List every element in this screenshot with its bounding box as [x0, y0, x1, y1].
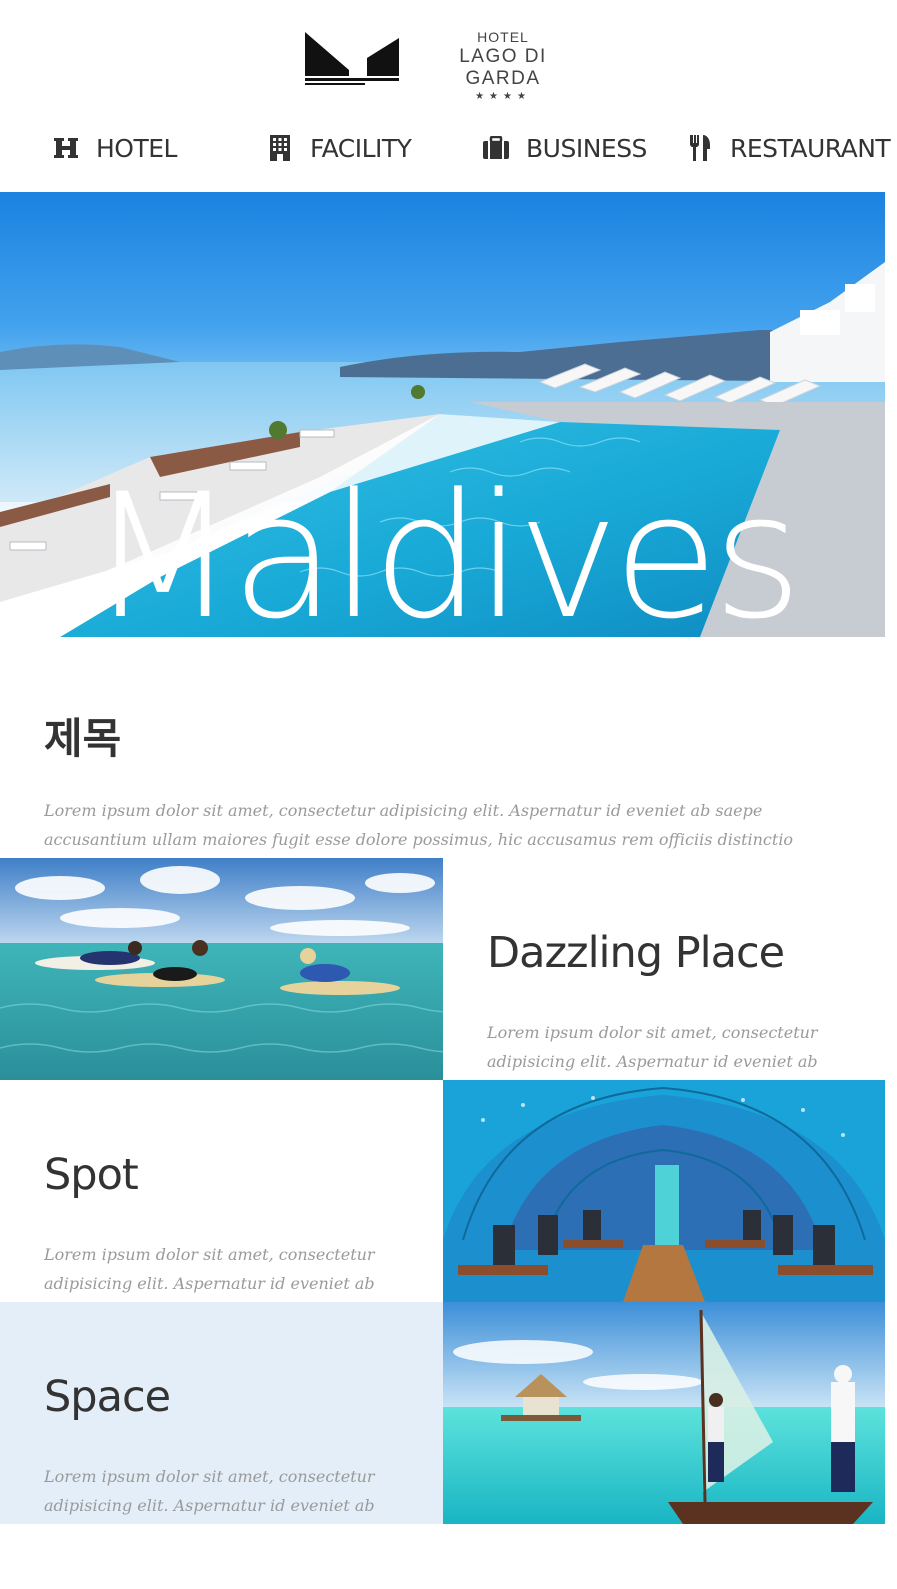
photo-swimmers	[0, 858, 443, 1080]
intro-text: Lorem ipsum dolor sit amet, consectetur …	[44, 801, 794, 849]
feature-title-space: Space	[44, 1372, 171, 1422]
feature-title-dazzling-place: Dazzling Place	[487, 928, 785, 978]
intro-title: 제목	[44, 714, 122, 763]
feature-text-spot: Lorem ipsum dolor sit amet, consectetur …	[44, 1245, 375, 1293]
nav-item-facility[interactable]: FACILITY	[266, 120, 412, 176]
feature-text-space: Lorem ipsum dolor sit amet, consectetur …	[44, 1467, 375, 1515]
logo-stars: ★★★★	[475, 91, 531, 102]
photo-boat	[443, 1302, 885, 1524]
logo-name-text: LAGO DI GARDA	[459, 46, 547, 89]
nav-label-facility: FACILITY	[310, 133, 412, 163]
logo-mark-icon	[305, 32, 399, 85]
hotel-logo[interactable]: HOTEL LAGO DI GARDA ★★★★	[305, 28, 595, 102]
photo-underwater-restaurant	[443, 1080, 885, 1302]
building-icon	[266, 134, 294, 162]
hero-banner: Maldives	[0, 192, 885, 637]
nav-label-business: BUSINESS	[526, 133, 647, 163]
h-icon	[52, 134, 80, 162]
nav-label-restaurant: RESTAURANT	[730, 133, 891, 163]
nav-item-restaurant[interactable]: RESTAURANT	[686, 120, 891, 176]
cutlery-icon	[686, 134, 714, 162]
nav-label-hotel: HOTEL	[96, 133, 177, 163]
nav-item-hotel[interactable]: HOTEL	[52, 120, 177, 176]
feature-text-dazzling-place: Lorem ipsum dolor sit amet, consectetur …	[487, 1023, 818, 1071]
nav-item-business[interactable]: BUSINESS	[482, 120, 647, 176]
feature-title-spot: Spot	[44, 1150, 139, 1200]
main-nav: HOTEL FACILITY BUSINESS RESTAURANT	[0, 120, 897, 176]
logo-hotel-text: HOTEL	[477, 29, 529, 45]
hero-title: Maldives	[88, 456, 803, 638]
briefcase-icon	[482, 134, 510, 162]
